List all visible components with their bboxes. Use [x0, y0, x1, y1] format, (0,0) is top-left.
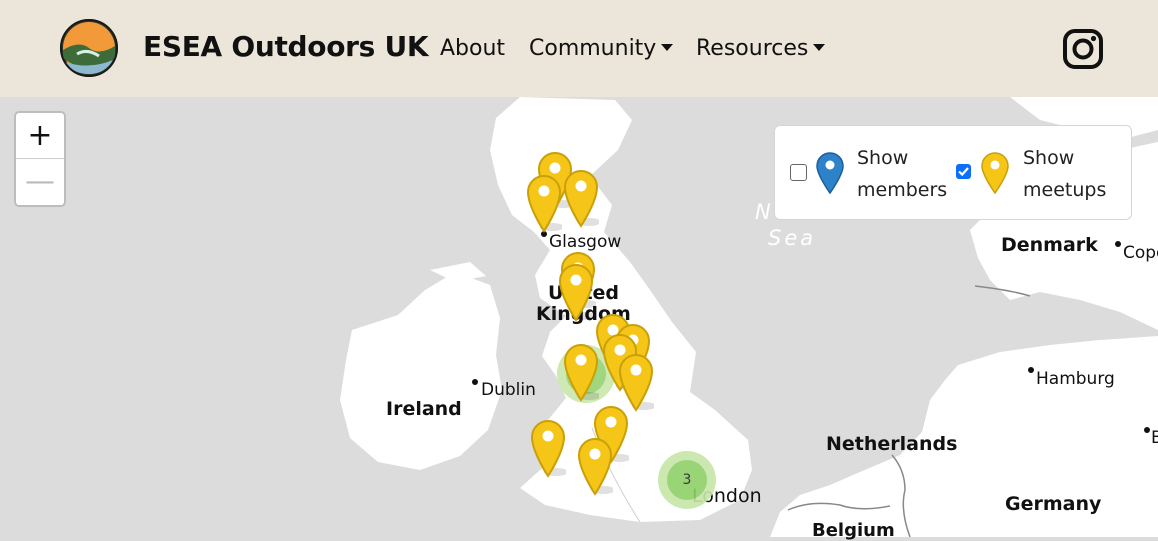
- label-ireland: Ireland: [386, 398, 462, 420]
- zoom-in-button[interactable]: +: [16, 113, 64, 158]
- show-members-checkbox[interactable]: [790, 164, 807, 181]
- label-netherlands: Netherlands: [826, 433, 958, 455]
- members-label-line2: members: [857, 179, 948, 201]
- label-dublin: Dublin: [481, 380, 536, 400]
- instagram-icon[interactable]: [1063, 29, 1103, 69]
- check-icon: [958, 167, 969, 177]
- label-belgium: Belgium: [812, 520, 895, 541]
- nav-about[interactable]: About: [440, 36, 505, 61]
- meetup-marker[interactable]: [558, 262, 594, 322]
- city-dot: [1144, 427, 1150, 433]
- brand-name[interactable]: ESEA Outdoors UK: [143, 30, 429, 63]
- label-hamburg: Hamburg: [1036, 369, 1115, 389]
- nav-about-label: About: [440, 36, 506, 61]
- nav-community-label: Community: [529, 36, 657, 61]
- members-label-line1: Show: [857, 147, 909, 169]
- meetups-label-line1: Show: [1023, 147, 1075, 169]
- label-glasgow: Glasgow: [549, 232, 622, 252]
- city-dot: [1115, 241, 1121, 247]
- label-sea-n: N: [755, 200, 774, 224]
- meetup-marker[interactable]: [563, 168, 599, 228]
- nav-community[interactable]: Community: [529, 36, 674, 61]
- label-sea: Sea: [768, 226, 817, 250]
- nav-resources-label: Resources: [696, 36, 809, 61]
- meetup-marker[interactable]: [530, 418, 566, 478]
- esea-logo-icon[interactable]: [59, 18, 119, 78]
- show-members-label[interactable]: Show members: [857, 142, 957, 206]
- show-meetups-label[interactable]: Show meetups: [1023, 142, 1123, 206]
- chevron-down-icon: [661, 44, 674, 51]
- member-pin-icon: [816, 152, 844, 195]
- zoom-out-button[interactable]: —: [16, 158, 64, 204]
- cluster-count: 3: [667, 460, 707, 500]
- meetup-marker[interactable]: [577, 436, 613, 496]
- meetups-label-line2: meetups: [1023, 179, 1107, 201]
- meetup-pin-icon: [981, 152, 1009, 195]
- show-meetups-checkbox[interactable]: [956, 164, 971, 179]
- zoom-control: + —: [14, 111, 66, 207]
- meetup-marker[interactable]: [526, 173, 562, 233]
- label-denmark: Denmark: [1001, 234, 1098, 256]
- label-copenhagen: Cope: [1123, 243, 1158, 263]
- meetup-marker[interactable]: [618, 352, 654, 412]
- chevron-down-icon: [813, 44, 826, 51]
- meetup-marker[interactable]: [563, 342, 599, 402]
- city-dot: [472, 379, 478, 385]
- label-germany: Germany: [1005, 493, 1102, 515]
- marker-cluster[interactable]: 3: [658, 451, 716, 509]
- label-city-b: B: [1151, 428, 1158, 448]
- map-layer-legend: Show members Show meetups: [774, 125, 1132, 220]
- city-dot: [1028, 367, 1034, 373]
- navbar: ESEA Outdoors UK About Community Resourc…: [0, 0, 1158, 97]
- nav-resources[interactable]: Resources: [696, 36, 826, 61]
